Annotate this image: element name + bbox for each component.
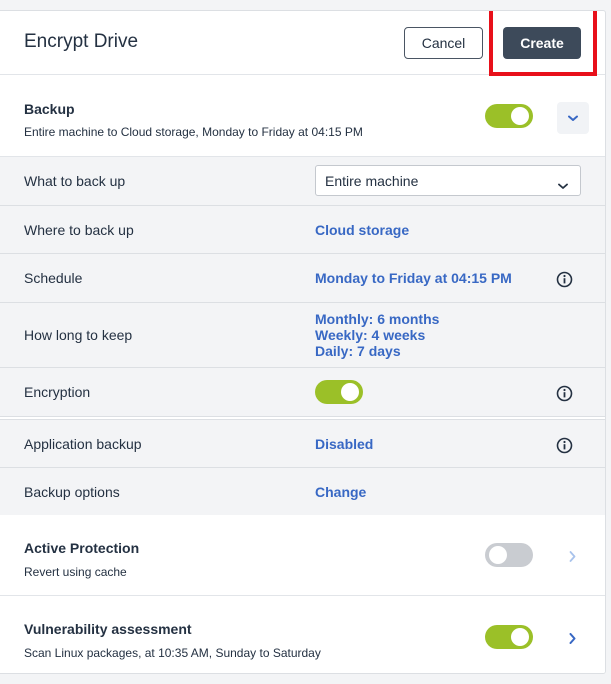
application-backup-label: Application backup [24,436,142,452]
how-long-to-keep-label: How long to keep [24,327,133,343]
backup-settings: What to back up Entire machine Where to … [0,157,605,516]
active-protection-section[interactable]: Active Protection Revert using cache [0,515,605,596]
chevron-right-icon[interactable] [569,549,576,567]
retention-monthly: Monthly: 6 months [315,311,440,327]
what-to-back-up-select[interactable]: Entire machine [315,165,581,196]
toggle-knob [489,546,507,564]
row-where-to-back-up: Where to back up Cloud storage [0,206,605,254]
where-to-back-up-label: Where to back up [24,222,134,238]
what-to-back-up-label: What to back up [24,173,126,189]
retention-weekly: Weekly: 4 weeks [315,327,426,343]
row-application-backup: Application backup Disabled [0,419,605,468]
chevron-right-icon[interactable] [569,631,576,649]
create-button[interactable]: Create [503,27,581,59]
application-backup-link[interactable]: Disabled [315,436,373,452]
retention-link[interactable]: Monthly: 6 months Weekly: 4 weeks Daily:… [315,311,439,359]
schedule-link[interactable]: Monday to Friday at 04:15 PM [315,270,512,286]
select-value: Entire machine [325,173,419,189]
info-icon[interactable] [556,385,573,402]
chevron-down-icon [558,177,568,195]
vulnerability-assessment-title: Vulnerability assessment [24,621,192,637]
active-protection-toggle[interactable] [485,543,533,567]
encryption-label: Encryption [24,384,91,400]
chevron-down-icon [568,109,578,127]
plan-title: Encrypt Drive [24,31,139,52]
toggle-knob [341,383,359,401]
backup-options-change-link[interactable]: Change [315,484,366,500]
active-protection-summary: Revert using cache [24,565,127,579]
schedule-label: Schedule [24,270,83,286]
info-icon[interactable] [556,437,573,454]
protection-plan-card: Encrypt Drive Cancel Create Backup Entir… [0,10,606,674]
vulnerability-assessment-summary: Scan Linux packages, at 10:35 AM, Sunday… [24,646,321,660]
vulnerability-assessment-toggle[interactable] [485,625,533,649]
info-icon[interactable] [556,271,573,288]
plan-header: Encrypt Drive Cancel Create [0,11,605,76]
backup-title: Backup [24,101,75,117]
row-what-to-back-up: What to back up Entire machine [0,157,605,206]
retention-daily: Daily: 7 days [315,343,401,359]
toggle-knob [511,107,529,125]
backup-section: Backup Entire machine to Cloud storage, … [0,76,605,157]
cancel-button[interactable]: Cancel [404,27,483,59]
row-schedule: Schedule Monday to Friday at 04:15 PM [0,254,605,303]
row-how-long-to-keep: How long to keep Monthly: 6 months Weekl… [0,303,605,368]
where-to-back-up-link[interactable]: Cloud storage [315,222,409,238]
backup-toggle[interactable] [485,104,533,128]
toggle-knob [511,628,529,646]
backup-expand-button[interactable] [557,102,589,134]
row-encryption: Encryption [0,368,605,417]
backup-options-label: Backup options [24,484,120,500]
row-backup-options: Backup options Change [0,468,605,516]
vulnerability-assessment-section[interactable]: Vulnerability assessment Scan Linux pack… [0,596,605,673]
encryption-toggle[interactable] [315,380,363,404]
backup-summary: Entire machine to Cloud storage, Monday … [24,125,363,139]
active-protection-title: Active Protection [24,540,140,556]
